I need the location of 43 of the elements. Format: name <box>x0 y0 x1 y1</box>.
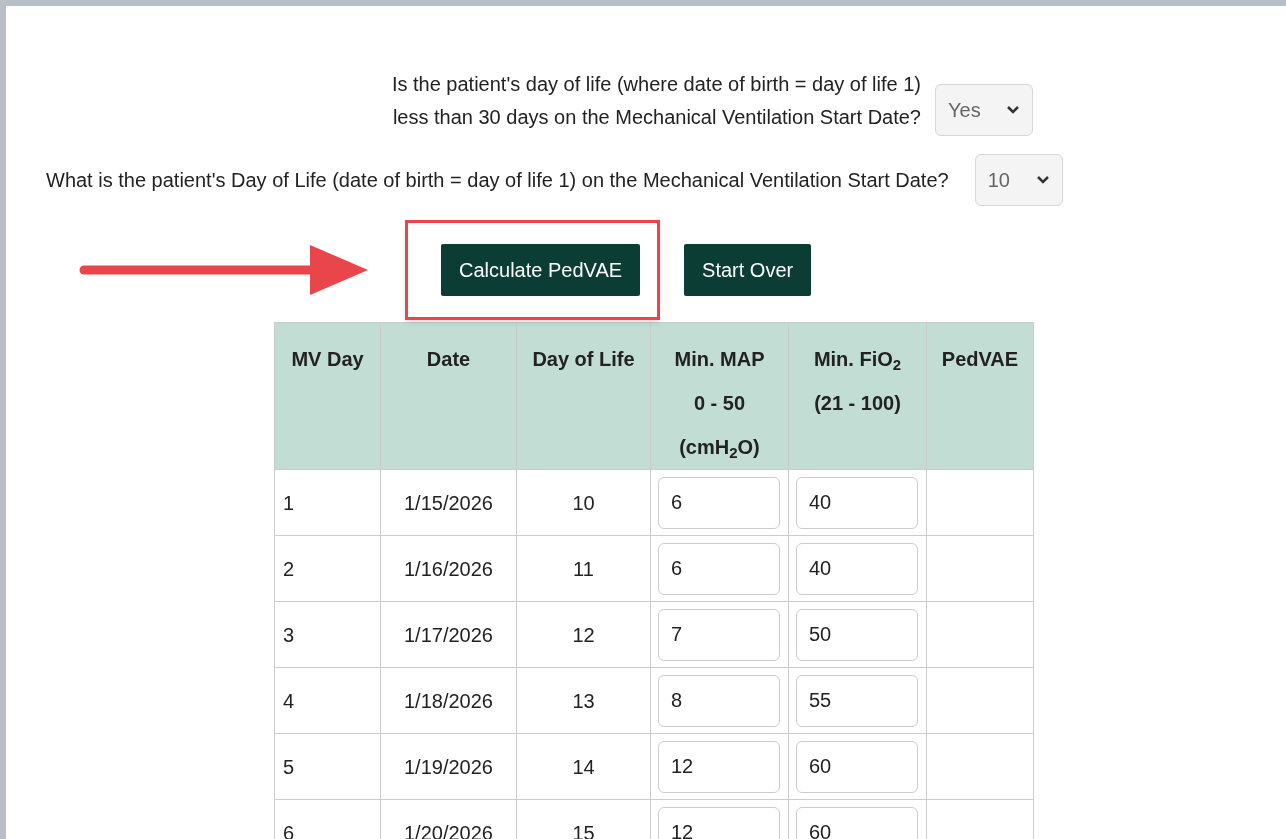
table-cell: 1/18/2026 <box>380 667 517 734</box>
input-field[interactable]: 50 <box>796 608 918 661</box>
table-cell: 3 <box>274 601 381 668</box>
input-field[interactable]: 12 <box>658 806 780 839</box>
column-header: Min. MAP 0 - 50 (cmH$_{2}$O) <box>650 322 789 470</box>
table-cell: 1/16/2026 <box>380 535 517 602</box>
input-field[interactable]: 12 <box>658 740 780 793</box>
table-cell: 10 <box>516 469 651 536</box>
question-text: Is the patient's day of life (where date of birth = day of life 1) less than 30 days on the Mechanical Ventilation Start Date? <box>391 72 921 130</box>
input-field[interactable]: 60 <box>796 740 918 793</box>
table-cell: 6 <box>274 799 381 839</box>
input-field[interactable]: 7 <box>658 608 780 661</box>
input-field[interactable]: 40 <box>796 476 918 529</box>
arrow-icon <box>78 243 370 297</box>
table-cell: 4 <box>274 667 381 734</box>
table-cell: 1 <box>274 469 381 536</box>
question-text: What is the patient's Day of Life (date of birth = day of life 1) on the Mechanical Ventilation Start Date? <box>46 168 949 193</box>
column-header: Date <box>380 322 517 470</box>
input-field[interactable]: 8 <box>658 674 780 727</box>
table-cell: 12 <box>516 601 651 668</box>
table-cell: 1/15/2026 <box>380 469 517 536</box>
table-cell: 13 <box>516 667 651 734</box>
table-cell: 14 <box>516 733 651 800</box>
column-header: Min. FiO$_{2}$ (21 - 100) <box>788 322 927 470</box>
table-cell: 2 <box>274 535 381 602</box>
input-field[interactable]: 6 <box>658 542 780 595</box>
dropdown[interactable]: Yes <box>935 84 1033 136</box>
action-button[interactable]: Start Over <box>684 244 812 296</box>
action-button[interactable]: Calculate PedVAE <box>441 244 641 296</box>
chevron-down-icon <box>1006 105 1020 115</box>
column-header: PedVAE <box>926 322 1034 470</box>
column-header: MV Day <box>274 322 381 470</box>
input-field[interactable]: 60 <box>796 806 918 839</box>
chevron-down-icon <box>1035 175 1050 185</box>
input-field[interactable]: 6 <box>658 476 780 529</box>
input-field[interactable]: 40 <box>796 542 918 595</box>
column-header: Day of Life <box>516 322 651 470</box>
input-field[interactable]: 55 <box>796 674 918 727</box>
dropdown[interactable]: 10 <box>974 154 1063 206</box>
table-cell: 5 <box>274 733 381 800</box>
table-cell: 1/17/2026 <box>380 601 517 668</box>
table-cell: 1/19/2026 <box>380 733 517 800</box>
table-cell: 11 <box>516 535 651 602</box>
